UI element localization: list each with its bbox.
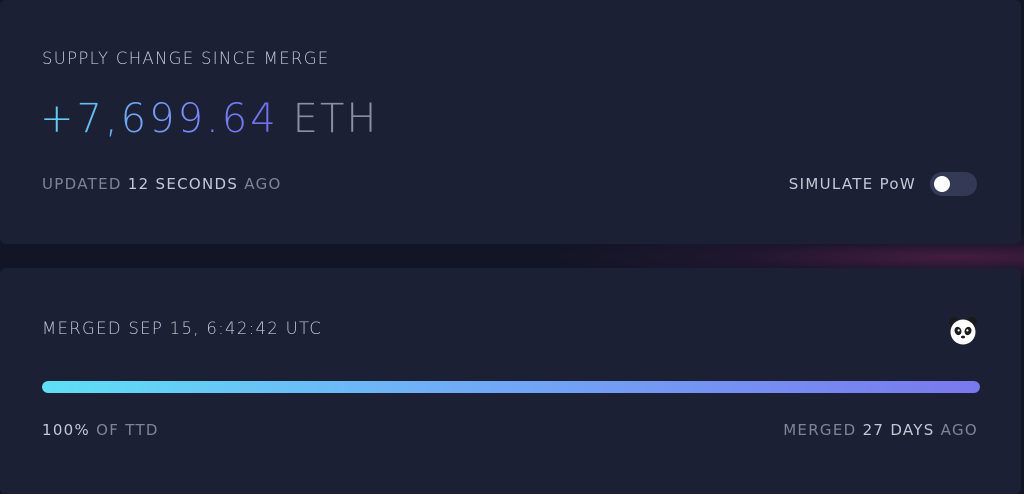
simulate-pow-control: SIMULATE PoW — [789, 172, 977, 196]
updated-prefix: UPDATED — [42, 175, 128, 193]
simulate-pow-label: SIMULATE PoW — [788, 175, 916, 193]
simulate-pow-toggle[interactable] — [930, 172, 977, 196]
ttd-status: 100% OF TTD — [42, 421, 159, 439]
ttd-percent: 100% — [42, 421, 91, 439]
supply-change-card: SUPPLY CHANGE SINCE MERGE +7,699.64 ETH … — [0, 0, 1021, 244]
supply-change-title: SUPPLY CHANGE SINCE MERGE — [42, 49, 330, 68]
ttd-progress-bar — [42, 381, 980, 393]
supply-change-unit: ETH — [292, 96, 379, 142]
supply-change-amount: +7,699.64 — [40, 96, 279, 142]
updated-suffix: AGO — [238, 175, 282, 193]
merged-ago-suffix: AGO — [934, 421, 978, 439]
ttd-progress-fill — [42, 381, 980, 393]
updated-time: 12 SECONDS — [127, 175, 239, 193]
merged-ago-status: MERGED 27 DAYS AGO — [783, 421, 978, 439]
merged-ago-prefix: MERGED — [783, 421, 863, 439]
toggle-knob — [934, 176, 950, 192]
panda-icon — [949, 317, 977, 345]
merged-ago-value: 27 DAYS — [862, 421, 935, 439]
ttd-suffix: OF TTD — [90, 421, 159, 439]
merge-date-title: MERGED SEP 15, 6:42:42 UTC — [42, 319, 323, 338]
supply-change-value: +7,699.64 ETH — [40, 96, 378, 142]
updated-status: UPDATED 12 SECONDS AGO — [42, 175, 282, 193]
